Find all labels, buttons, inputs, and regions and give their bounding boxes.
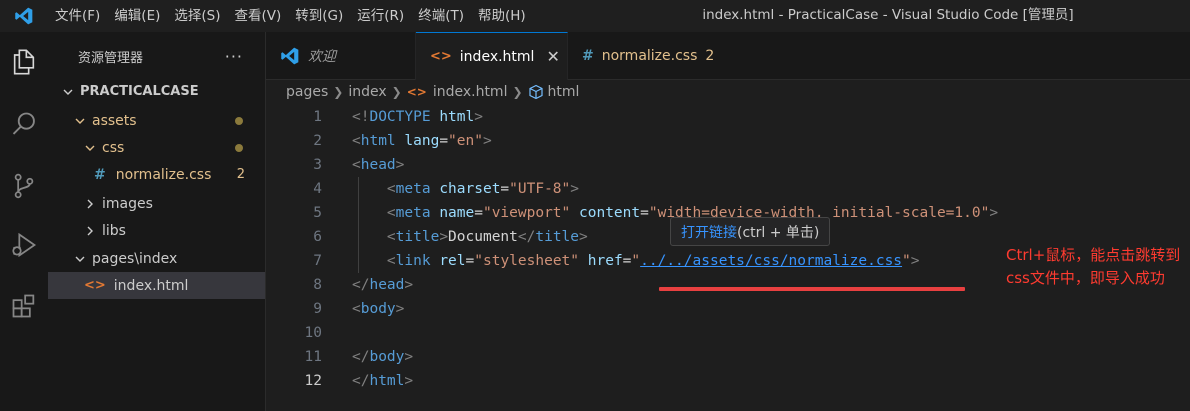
annotation-text: Ctrl+鼠标，能点击跳转到css文件中，即导入成功 — [1006, 246, 1181, 287]
menu-selection[interactable]: 选择(S) — [167, 0, 227, 32]
chevron-down-icon — [72, 115, 88, 127]
html-icon: <> — [406, 85, 427, 99]
tree-label: index.html — [113, 277, 189, 294]
line-number: 12 — [304, 373, 322, 389]
menu-run[interactable]: 运行(R) — [350, 0, 411, 32]
line-number: 11 — [304, 349, 322, 365]
annotation-underline — [659, 287, 965, 291]
chevron-down-icon — [60, 86, 76, 98]
vscode-logo-icon — [0, 0, 48, 32]
chevron-right-icon: ❯ — [391, 85, 402, 99]
breadcrumb-item[interactable]: index.html — [433, 84, 508, 100]
explorer-title: 资源管理器 — [78, 50, 144, 66]
menu-file[interactable]: 文件(F) — [48, 0, 107, 32]
breadcrumb-item[interactable]: index — [348, 84, 386, 100]
breadcrumb: pages ❯ index ❯ <> index.html ❯ html — [286, 80, 579, 104]
html-icon: <> — [430, 49, 452, 64]
tree-label: PRACTICALCASE — [80, 84, 199, 99]
modified-dot — [235, 143, 243, 152]
chevron-right-icon: ❯ — [512, 85, 523, 99]
tab-label: 欢迎 — [308, 49, 336, 65]
line-number: 10 — [304, 325, 322, 341]
tree-label: images — [102, 195, 153, 212]
tree-label: pages\index — [92, 250, 178, 267]
html-file-icon: <> — [84, 278, 106, 293]
breadcrumb-item[interactable]: pages — [286, 84, 328, 100]
window-title: index.html - PracticalCase - Visual Stud… — [702, 7, 1074, 23]
editor-tabs: 欢迎 <> index.html ✕ # normalize.css 2 — [266, 32, 1190, 80]
code-line: 11 </body> — [266, 345, 1190, 369]
menu-edit[interactable]: 编辑(E) — [107, 0, 167, 32]
code-line: 10 — [266, 321, 1190, 345]
line-number: 1 — [313, 109, 322, 125]
line-number: 9 — [313, 301, 322, 317]
open-link-hint: (ctrl + 单击) — [737, 224, 820, 241]
code-line: 4 <meta charset="UTF-8"> — [266, 177, 1190, 201]
activity-bar — [0, 32, 48, 411]
line-number: 3 — [313, 157, 322, 173]
tree-folder-assets[interactable]: assets — [48, 107, 265, 134]
chevron-right-icon — [82, 198, 98, 210]
line-number: 2 — [313, 133, 322, 149]
files-icon[interactable] — [0, 38, 48, 86]
tree-file-index-html[interactable]: <> index.html — [48, 272, 265, 299]
stylesheet-link[interactable]: ../../assets/css/normalize.css — [640, 253, 902, 269]
close-icon[interactable]: ✕ — [546, 47, 559, 66]
css-file-icon: # — [582, 48, 594, 64]
tab-index-html[interactable]: <> index.html ✕ — [416, 32, 568, 80]
source-control-icon[interactable] — [0, 162, 48, 210]
tree-folder-pages-index[interactable]: pages\index — [48, 245, 265, 272]
modified-dot — [235, 116, 243, 125]
tab-label: index.html — [459, 48, 535, 65]
tab-welcome[interactable]: 欢迎 — [266, 32, 416, 80]
tree-label: css — [102, 139, 125, 156]
menu-help[interactable]: 帮助(H) — [471, 0, 533, 32]
explorer-sidebar: 资源管理器 ··· PRACTICALCASE assets css # nor… — [48, 32, 266, 411]
symbol-element-icon — [528, 84, 544, 100]
line-number: 5 — [313, 205, 322, 221]
menu-view[interactable]: 查看(V) — [228, 0, 289, 32]
chevron-down-icon — [82, 142, 98, 154]
problems-badge: 2 — [236, 167, 245, 182]
run-debug-icon[interactable] — [0, 221, 48, 269]
more-actions-icon[interactable]: ··· — [225, 47, 243, 66]
code-line: 1 <!DOCTYPE html> — [266, 105, 1190, 129]
title-bar: 文件(F) 编辑(E) 选择(S) 查看(V) 转到(G) 运行(R) 终端(T… — [0, 0, 1190, 32]
open-link-action[interactable]: 打开链接 — [681, 222, 737, 242]
line-number: 8 — [313, 277, 322, 293]
code-line: 3 <head> — [266, 153, 1190, 177]
code-line: 9 <body> — [266, 297, 1190, 321]
tree-label: libs — [102, 222, 126, 239]
code-line: 12 </html> — [266, 369, 1190, 393]
link-hover-tooltip: 打开链接 (ctrl + 单击) — [670, 217, 831, 246]
menu-bar: 文件(F) 编辑(E) 选择(S) 查看(V) 转到(G) 运行(R) 终端(T… — [48, 0, 533, 32]
code-line: 2 <html lang="en"> — [266, 129, 1190, 153]
tree-label: assets — [92, 112, 137, 129]
problems-badge: 2 — [705, 48, 715, 64]
tree-folder-libs[interactable]: libs — [48, 217, 265, 244]
chevron-down-icon — [72, 253, 88, 265]
search-icon[interactable] — [0, 100, 48, 148]
menu-terminal[interactable]: 终端(T) — [411, 0, 471, 32]
chevron-right-icon — [82, 225, 98, 237]
chevron-right-icon: ❯ — [333, 85, 344, 99]
tree-folder-root[interactable]: PRACTICALCASE — [48, 78, 265, 105]
extensions-icon[interactable] — [0, 282, 48, 330]
menu-go[interactable]: 转到(G) — [288, 0, 350, 32]
tab-label: normalize.css — [601, 48, 698, 64]
line-number: 7 — [313, 253, 322, 269]
vscode-icon — [280, 46, 300, 66]
css-file-icon: # — [94, 166, 106, 183]
line-number: 6 — [313, 229, 322, 245]
breadcrumb-item[interactable]: html — [548, 84, 580, 100]
tree-folder-images[interactable]: images — [48, 190, 265, 217]
tab-normalize-css[interactable]: # normalize.css 2 — [568, 32, 732, 80]
tree-label: normalize.css — [115, 166, 212, 183]
tree-file-normalize-css[interactable]: # normalize.css 2 — [48, 161, 265, 188]
line-number: 4 — [313, 181, 322, 197]
explorer-header: 资源管理器 ··· — [48, 32, 265, 80]
tree-folder-css[interactable]: css — [48, 134, 265, 161]
